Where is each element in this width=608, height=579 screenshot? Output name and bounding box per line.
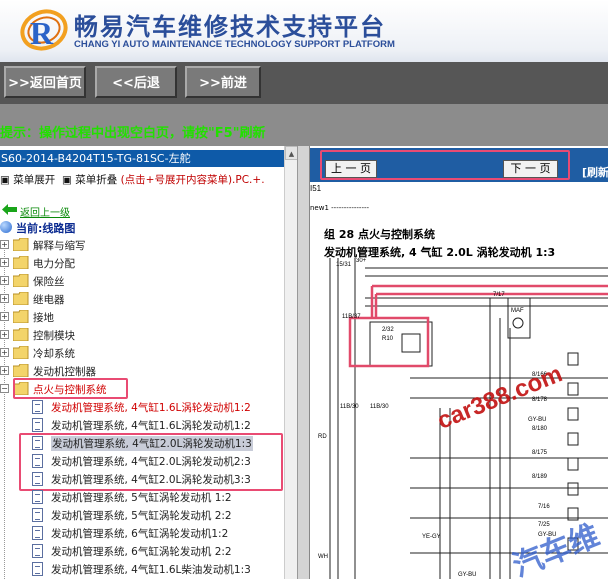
diagram-label: GY-BU [458, 572, 476, 578]
note-line: new1 --------------- [310, 204, 370, 212]
refresh-link[interactable]: [刷新 [582, 164, 608, 180]
folder-icon [13, 256, 29, 269]
collapse-menu-button[interactable]: ▣ 菜单折叠 [62, 174, 117, 186]
menu-tools: ▣ 菜单展开 ▣ 菜单折叠 (点击+号展开内容菜单).PC.+. [0, 172, 265, 187]
expand-icon[interactable]: + [0, 258, 9, 267]
diagram-label: 2/32 [382, 327, 394, 333]
globe-icon [0, 221, 12, 233]
svg-text:R: R [30, 15, 54, 51]
brand-subtitle: CHANG YI AUTO MAINTENANCE TECHNOLOGY SUP… [74, 39, 395, 50]
folder-icon [13, 364, 29, 377]
vehicle-title: S60-2014-B4204T15-TG-81SC-左舵 [0, 150, 284, 167]
page-nav-highlight-box [320, 150, 570, 180]
expand-icon[interactable]: + [0, 276, 9, 285]
header: R 畅易汽车维修技术支持平台 CHANG YI AUTO MAINTENANCE… [0, 0, 608, 62]
current-location: 当前:线路图 [16, 222, 76, 235]
document-icon [32, 526, 43, 540]
menu-panel: S60-2014-B4204T15-TG-81SC-左舵 ▲ ▣ 菜单展开 ▣ … [0, 146, 298, 579]
expand-icon[interactable]: + [0, 366, 9, 375]
collapse-icon[interactable]: − [0, 384, 9, 393]
tip-bar: 提示：操作过程中出现空白页，请按"F5"刷新 [0, 104, 608, 146]
diagram-label: RD [318, 434, 327, 440]
document-icon [32, 544, 43, 558]
diagram-label: 11B/37 [342, 314, 361, 320]
home-button[interactable]: >>返回首页 [4, 66, 86, 98]
document-icon [32, 418, 43, 432]
diagram-label: 8/180 [532, 426, 548, 432]
diagram-label: WH [318, 554, 328, 560]
expand-menu-button[interactable]: ▣ 菜单展开 [0, 174, 55, 186]
diagram-label: MAF [511, 308, 524, 314]
diagram-label: 11B/30 [370, 404, 389, 410]
document-icon [32, 508, 43, 522]
diagram-label: 7/16 [538, 504, 550, 510]
diagram-label: YE-GY [422, 534, 441, 540]
diagram-label: 7/17 [493, 292, 505, 298]
folder-highlight-box [13, 378, 128, 399]
diagram-label: 15/31 [336, 262, 352, 268]
forward-button[interactable]: >>前进 [185, 66, 261, 98]
menu-hint: (点击+号展开内容菜单).PC.+. [120, 174, 265, 186]
diagram-label: R10 [382, 336, 394, 342]
expand-icon[interactable]: + [0, 294, 9, 303]
brand-title: 畅易汽车维修技术支持平台 [74, 13, 386, 41]
diagram-group-title: 组 28 点火与控制系统 [324, 228, 435, 241]
back-button[interactable]: <<后退 [95, 66, 177, 98]
document-icon [32, 562, 43, 576]
tree-line [4, 241, 5, 579]
diagram-panel: 上 一 页 下 一 页 [刷新 I51 new1 ---------------… [310, 146, 608, 579]
tip-text: 提示：操作过程中出现空白页，请按"F5"刷新 [0, 126, 266, 141]
diagram-label: 8/175 [532, 450, 548, 456]
diagram-label: GY-BU [528, 417, 546, 423]
documents-highlight-box [19, 433, 283, 491]
back-link[interactable]: 返回上一级 [20, 204, 70, 219]
folder-icon [13, 238, 29, 251]
folder-icon [13, 292, 29, 305]
panel-divider[interactable] [298, 146, 310, 579]
document-icon [32, 400, 43, 414]
folder-icon [13, 328, 29, 341]
expand-icon[interactable]: + [0, 312, 9, 321]
back-arrow-icon [2, 204, 17, 215]
menu-scrollbar[interactable]: ▲ [284, 146, 297, 579]
diagram-label: 8/189 [532, 474, 548, 480]
diagram-label: 30+ [356, 258, 367, 264]
diagram-label: 11B/30 [340, 404, 359, 410]
document-icon [32, 490, 43, 504]
expand-icon[interactable]: + [0, 240, 9, 249]
page-code: I51 [310, 184, 322, 193]
folder-icon [13, 274, 29, 287]
folder-icon [13, 346, 29, 359]
scroll-up-icon[interactable]: ▲ [285, 146, 297, 160]
folder-icon [13, 310, 29, 323]
nav-bar: >>返回首页 <<后退 >>前进 [0, 62, 608, 104]
logo-icon: R [20, 9, 68, 51]
expand-icon[interactable]: + [0, 348, 9, 357]
expand-icon[interactable]: + [0, 330, 9, 339]
